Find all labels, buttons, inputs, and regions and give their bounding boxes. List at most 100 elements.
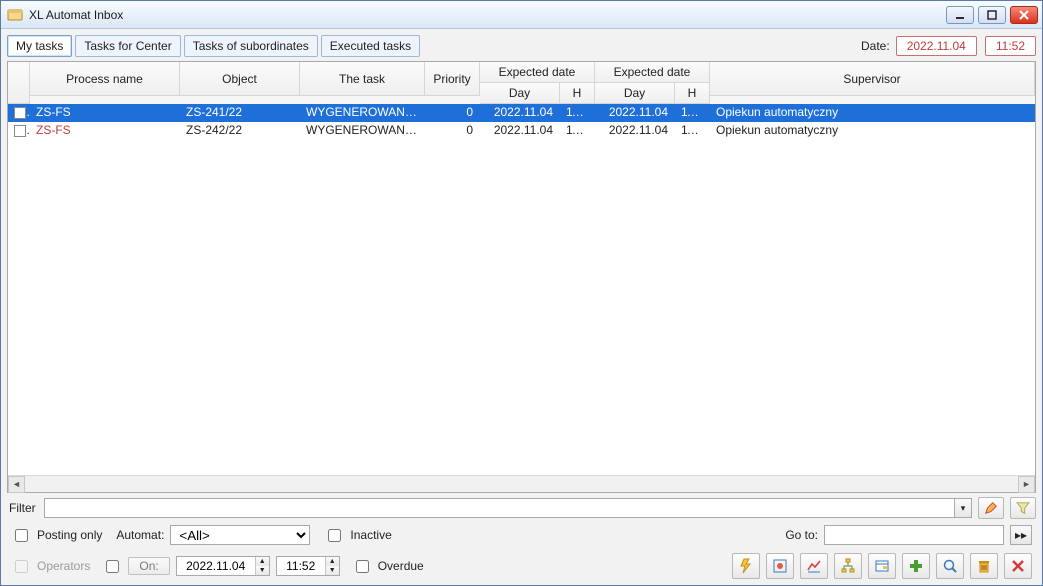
toolbar-target-button[interactable] — [766, 553, 794, 579]
filter-apply-button[interactable] — [1010, 497, 1036, 519]
header-date-value[interactable]: 2022.11.04 — [896, 36, 977, 56]
row-checkbox[interactable] — [14, 125, 26, 137]
tab-executed-tasks[interactable]: Executed tasks — [321, 35, 420, 57]
col-day-1[interactable]: Day — [480, 83, 560, 104]
filter-input[interactable] — [44, 498, 954, 518]
cell-priority: 0 — [425, 122, 480, 140]
on-time-input[interactable] — [277, 557, 325, 575]
inactive-label: Inactive — [350, 528, 391, 542]
window-title: XL Automat Inbox — [29, 8, 123, 22]
task-grid: Process name Object The task Priority Ex… — [7, 61, 1036, 493]
goto-label: Go to: — [785, 528, 818, 542]
window-buttons — [946, 6, 1038, 24]
row-checkbox[interactable] — [14, 107, 26, 119]
tab-tasks-for-center[interactable]: Tasks for Center — [75, 35, 180, 57]
on-button[interactable]: On: — [128, 557, 169, 575]
col-h-1[interactable]: H — [560, 83, 595, 104]
automat-combo[interactable]: <All> — [170, 525, 310, 545]
tab-my-tasks[interactable]: My tasks — [7, 35, 72, 57]
col-expected-2[interactable]: Expected date — [595, 62, 710, 83]
toolbar-add-button[interactable] — [902, 553, 930, 579]
toolbar-zoom-button[interactable] — [936, 553, 964, 579]
cell-process: ZS-FS — [30, 104, 180, 122]
posting-only-checkbox[interactable] — [15, 529, 28, 542]
spin-up-icon[interactable]: ▲ — [325, 557, 339, 566]
cell-supervisor: Opiekun automatyczny — [710, 122, 1035, 140]
col-object[interactable]: Object — [180, 62, 300, 96]
tab-tasks-of-subordinates[interactable]: Tasks of subordinates — [184, 35, 318, 57]
toolbar-tree-button[interactable] — [834, 553, 862, 579]
col-supervisor[interactable]: Supervisor — [710, 62, 1035, 96]
automat-label: Automat: — [116, 528, 164, 542]
col-priority[interactable]: Priority — [425, 62, 480, 96]
cell-priority: 0 — [425, 104, 480, 122]
grid-body[interactable]: ZS-FS ZS-241/22 WYGENEROWANIE FS 0 2022.… — [8, 104, 1035, 475]
options-row: Posting only Automat: <All> Inactive Go … — [7, 523, 1036, 547]
cell-d2: 2022.11.04 — [595, 104, 675, 122]
table-row[interactable]: ZS-FS ZS-242/22 WYGENEROWANIE FS 0 2022.… — [8, 122, 1035, 140]
grid-header: Process name Object The task Priority Ex… — [8, 62, 1035, 104]
scroll-left-icon[interactable]: ◄ — [8, 476, 25, 493]
toolbar-close-button[interactable] — [1004, 553, 1032, 579]
posting-only-label: Posting only — [37, 528, 102, 542]
inactive-checkbox[interactable] — [328, 529, 341, 542]
top-row: My tasks Tasks for Center Tasks of subor… — [7, 35, 1036, 57]
spin-up-icon[interactable]: ▲ — [255, 557, 269, 566]
filter-input-wrap: ▾ — [44, 498, 972, 518]
toolbar-chart-button[interactable] — [800, 553, 828, 579]
filter-row: Filter ▾ — [7, 497, 1036, 519]
filter-label: Filter — [7, 501, 38, 515]
filter-dropdown-icon[interactable]: ▾ — [954, 498, 972, 518]
col-expected-1[interactable]: Expected date — [480, 62, 595, 83]
minimize-button[interactable] — [946, 6, 974, 24]
cell-d2: 2022.11.04 — [595, 122, 675, 140]
spin-down-icon[interactable]: ▼ — [255, 566, 269, 575]
cell-supervisor: Opiekun automatyczny — [710, 104, 1035, 122]
operators-checkbox — [15, 560, 28, 573]
table-row[interactable]: ZS-FS ZS-241/22 WYGENEROWANIE FS 0 2022.… — [8, 104, 1035, 122]
bottom-row: Operators On: ▲▼ ▲▼ Overdue — [7, 551, 1036, 581]
app-window: XL Automat Inbox My tasks Tasks for Cent… — [0, 0, 1043, 586]
toolbar-card-button[interactable] — [868, 553, 896, 579]
scroll-right-icon[interactable]: ► — [1018, 476, 1035, 493]
bottom-toolbar — [732, 553, 1032, 579]
fast-forward-icon: ▸▸ — [1015, 528, 1027, 542]
cell-d1: 2022.11.04 — [480, 104, 560, 122]
overdue-checkbox[interactable] — [356, 560, 369, 573]
spin-down-icon[interactable]: ▼ — [325, 566, 339, 575]
client-area: My tasks Tasks for Center Tasks of subor… — [1, 29, 1042, 585]
header-date-label: Date: — [861, 39, 890, 53]
cell-process: ZS-FS — [30, 122, 180, 140]
cell-h2: 11:45 — [675, 104, 710, 122]
goto-input[interactable] — [824, 525, 1004, 545]
goto-button[interactable]: ▸▸ — [1010, 525, 1032, 545]
on-checkbox[interactable] — [106, 560, 119, 573]
on-date-input[interactable] — [177, 557, 255, 575]
col-task[interactable]: The task — [300, 62, 425, 96]
col-h-2[interactable]: H — [675, 83, 710, 104]
titlebar: XL Automat Inbox — [1, 1, 1042, 29]
close-button[interactable] — [1010, 6, 1038, 24]
cell-task: WYGENEROWANIE FS — [300, 104, 425, 122]
cell-h1: 11:45 — [560, 104, 595, 122]
cell-h1: 11:49 — [560, 122, 595, 140]
cell-h2: 11:49 — [675, 122, 710, 140]
toolbar-delete-button[interactable] — [970, 553, 998, 579]
col-checkbox[interactable] — [8, 62, 30, 104]
on-time-spinner[interactable]: ▲▼ — [276, 556, 340, 576]
col-day-2[interactable]: Day — [595, 83, 675, 104]
cell-object: ZS-242/22 — [180, 122, 300, 140]
operators-label: Operators — [37, 559, 90, 573]
cell-task: WYGENEROWANIE FS — [300, 122, 425, 140]
app-icon — [7, 7, 23, 23]
maximize-button[interactable] — [978, 6, 1006, 24]
overdue-label: Overdue — [378, 559, 424, 573]
cell-d1: 2022.11.04 — [480, 122, 560, 140]
filter-edit-button[interactable] — [978, 497, 1004, 519]
on-date-spinner[interactable]: ▲▼ — [176, 556, 270, 576]
toolbar-lightning-button[interactable] — [732, 553, 760, 579]
header-time-value[interactable]: 11:52 — [985, 36, 1036, 56]
col-process[interactable]: Process name — [30, 62, 180, 96]
cell-object: ZS-241/22 — [180, 104, 300, 122]
horizontal-scrollbar[interactable]: ◄ ► — [8, 475, 1035, 492]
